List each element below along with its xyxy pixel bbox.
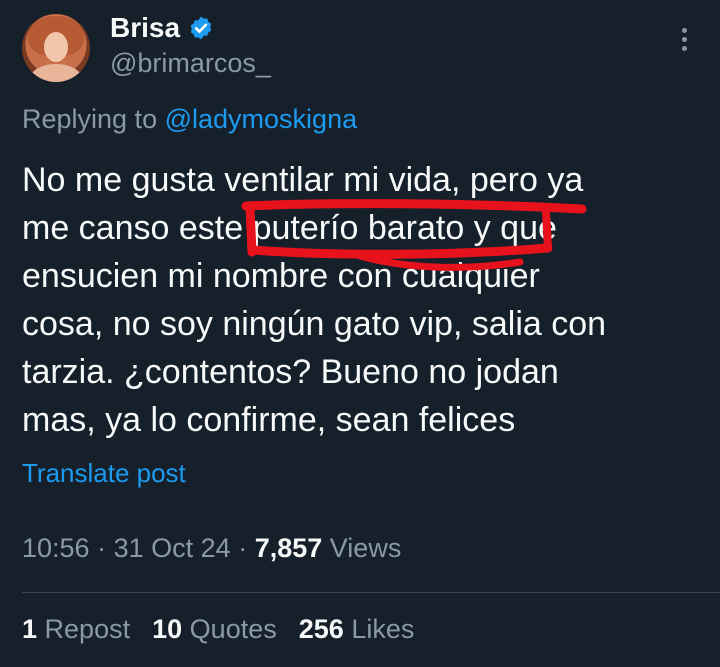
tweet-line: No me gusta ventilar mi vida, pero ya [22, 161, 584, 199]
likes-label: Likes [351, 614, 415, 644]
author-name[interactable]: Brisa [110, 12, 180, 44]
views-label: Views [329, 533, 402, 563]
tweet-line: cosa, no soy ningún gato vip, salia con [22, 305, 607, 343]
avatar[interactable] [22, 14, 90, 82]
post-date[interactable]: 31 Oct 24 [114, 533, 231, 563]
translate-post-link[interactable]: Translate post [22, 458, 186, 489]
separator-dot: · [238, 533, 255, 563]
replying-prefix: Replying to [22, 104, 158, 134]
tweet-line: me canso este puterío barato y que [22, 209, 557, 247]
avatar-face [44, 32, 68, 62]
verified-badge-icon [190, 16, 212, 40]
replying-to: Replying to @ladymoskigna [22, 104, 357, 135]
engagement-stats: 1 Repost 10 Quotes 256 Likes [22, 614, 414, 645]
reposts-stat[interactable]: 1 Repost [22, 614, 130, 645]
post-metadata: 10:56 · 31 Oct 24 · 7,857 Views [22, 533, 401, 564]
reposts-label: Repost [44, 614, 131, 644]
tweet-line: ensucien mi nombre con cualquier [22, 257, 540, 295]
quotes-count: 10 [152, 614, 183, 644]
views-count: 7,857 [254, 533, 323, 563]
reposts-count: 1 [22, 614, 38, 644]
more-options-icon[interactable] [676, 28, 692, 54]
divider [22, 592, 720, 593]
tweet-text: No me gusta ventilar mi vida, pero ya me… [22, 156, 702, 444]
author-handle[interactable]: @brimarcos_ [110, 48, 271, 79]
author-row: Brisa [110, 12, 214, 44]
quotes-label: Quotes [189, 614, 277, 644]
avatar-body [30, 64, 82, 82]
quotes-stat[interactable]: 10 Quotes [152, 614, 277, 645]
tweet-line: mas, ya lo confirme, sean felices [22, 401, 516, 439]
separator-dot: · [97, 533, 114, 563]
reply-mention-link[interactable]: @ladymoskigna [165, 104, 358, 134]
post-time[interactable]: 10:56 [22, 533, 90, 563]
likes-count: 256 [298, 614, 344, 644]
likes-stat[interactable]: 256 Likes [299, 614, 415, 645]
tweet-line: tarzia. ¿contentos? Bueno no jodan [22, 353, 559, 391]
